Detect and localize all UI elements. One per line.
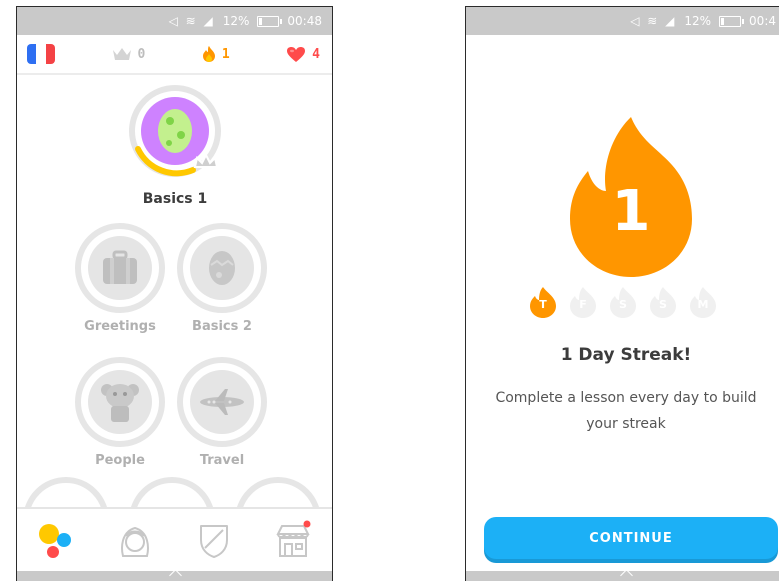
day-4: S <box>646 285 680 319</box>
crowns-count: 0 <box>137 46 146 62</box>
heart-icon <box>287 46 306 62</box>
hearts-count: 4 <box>312 46 320 62</box>
airplane-icon <box>200 389 244 415</box>
clock: 00:4 <box>749 14 776 28</box>
tab-learn[interactable] <box>34 518 78 562</box>
streak-screen: ◁ ≋ ◢ 12% 00:4 1 T F S S M 1 Day Streak!… <box>465 6 779 581</box>
streak-description: Complete a lesson every day to build you… <box>495 390 757 432</box>
signal-icons: ◁ ≋ ◢ <box>630 14 677 28</box>
battery-icon <box>257 15 283 27</box>
tab-shop[interactable] <box>271 518 315 562</box>
day-5-letter: M <box>697 298 709 311</box>
continue-button[interactable]: CONTINUE <box>484 517 778 559</box>
crowns-counter[interactable]: 0 <box>112 46 146 62</box>
suitcase-icon <box>103 250 137 284</box>
shield-icon <box>199 525 228 558</box>
learn-icon <box>39 524 72 558</box>
skill-people-label: People <box>95 453 145 468</box>
home-screen: ◁ ≋ ◢ 12% 00:48 0 1 4 Basics 1 Greetings… <box>16 6 333 581</box>
shop-icon <box>276 520 311 557</box>
day-2: F <box>566 285 600 319</box>
skill-basics-1-badge <box>129 85 221 177</box>
skill-basics-1[interactable]: Basics 1 <box>125 85 225 207</box>
skill-travel-label: Travel <box>199 453 245 468</box>
notification-dot <box>303 520 311 528</box>
streak-week: T F S S M <box>526 285 720 319</box>
status-bar: ◁ ≋ ◢ 12% 00:4 <box>466 7 779 35</box>
streak-counter[interactable]: 1 <box>202 45 230 63</box>
tab-leagues[interactable] <box>192 518 236 562</box>
bottom-tab-bar <box>17 507 332 571</box>
status-bar: ◁ ≋ ◢ 12% 00:48 <box>17 7 332 35</box>
battery-percent: 12% <box>222 14 250 28</box>
profile-icon <box>121 526 150 557</box>
day-3: S <box>606 285 640 319</box>
flame-icon <box>202 46 215 62</box>
egg-icon <box>209 251 235 285</box>
skill-greetings[interactable]: Greetings <box>75 223 165 334</box>
streak-count: 1 <box>221 46 230 62</box>
streak-flame: 1 <box>566 111 696 281</box>
streak-content: 1 T F S S M 1 Day Streak! Complete a les… <box>466 35 779 581</box>
crown-icon <box>112 48 131 60</box>
french-flag-icon[interactable] <box>27 44 55 64</box>
day-5: M <box>686 285 720 319</box>
day-1: T <box>526 285 560 319</box>
top-bar: 0 1 4 <box>17 35 332 75</box>
day-3-letter: S <box>619 298 627 311</box>
skill-basics-2-label: Basics 2 <box>192 319 252 334</box>
battery-icon <box>719 15 745 27</box>
egg-icon <box>158 109 192 153</box>
skill-tree: Basics 1 Greetings Basics 2 People Trave… <box>17 75 332 563</box>
day-2-letter: F <box>579 298 587 311</box>
clock: 00:48 <box>287 14 322 28</box>
streak-number: 1 <box>611 179 651 244</box>
hearts-counter[interactable]: 4 <box>286 46 320 63</box>
streak-title: 1 Day Streak! <box>560 345 692 365</box>
skill-travel[interactable]: Travel <box>177 357 267 468</box>
signal-icons: ◁ ≋ ◢ <box>168 14 215 28</box>
day-1-letter: T <box>539 298 547 311</box>
person-icon <box>101 384 139 422</box>
skill-basics-2[interactable]: Basics 2 <box>177 223 267 334</box>
day-4-letter: S <box>659 298 667 311</box>
skill-greetings-label: Greetings <box>84 319 156 334</box>
battery-percent: 12% <box>684 14 712 28</box>
skill-basics-1-label: Basics 1 <box>142 191 208 207</box>
tab-profile[interactable] <box>113 518 157 562</box>
skill-people[interactable]: People <box>75 357 165 468</box>
